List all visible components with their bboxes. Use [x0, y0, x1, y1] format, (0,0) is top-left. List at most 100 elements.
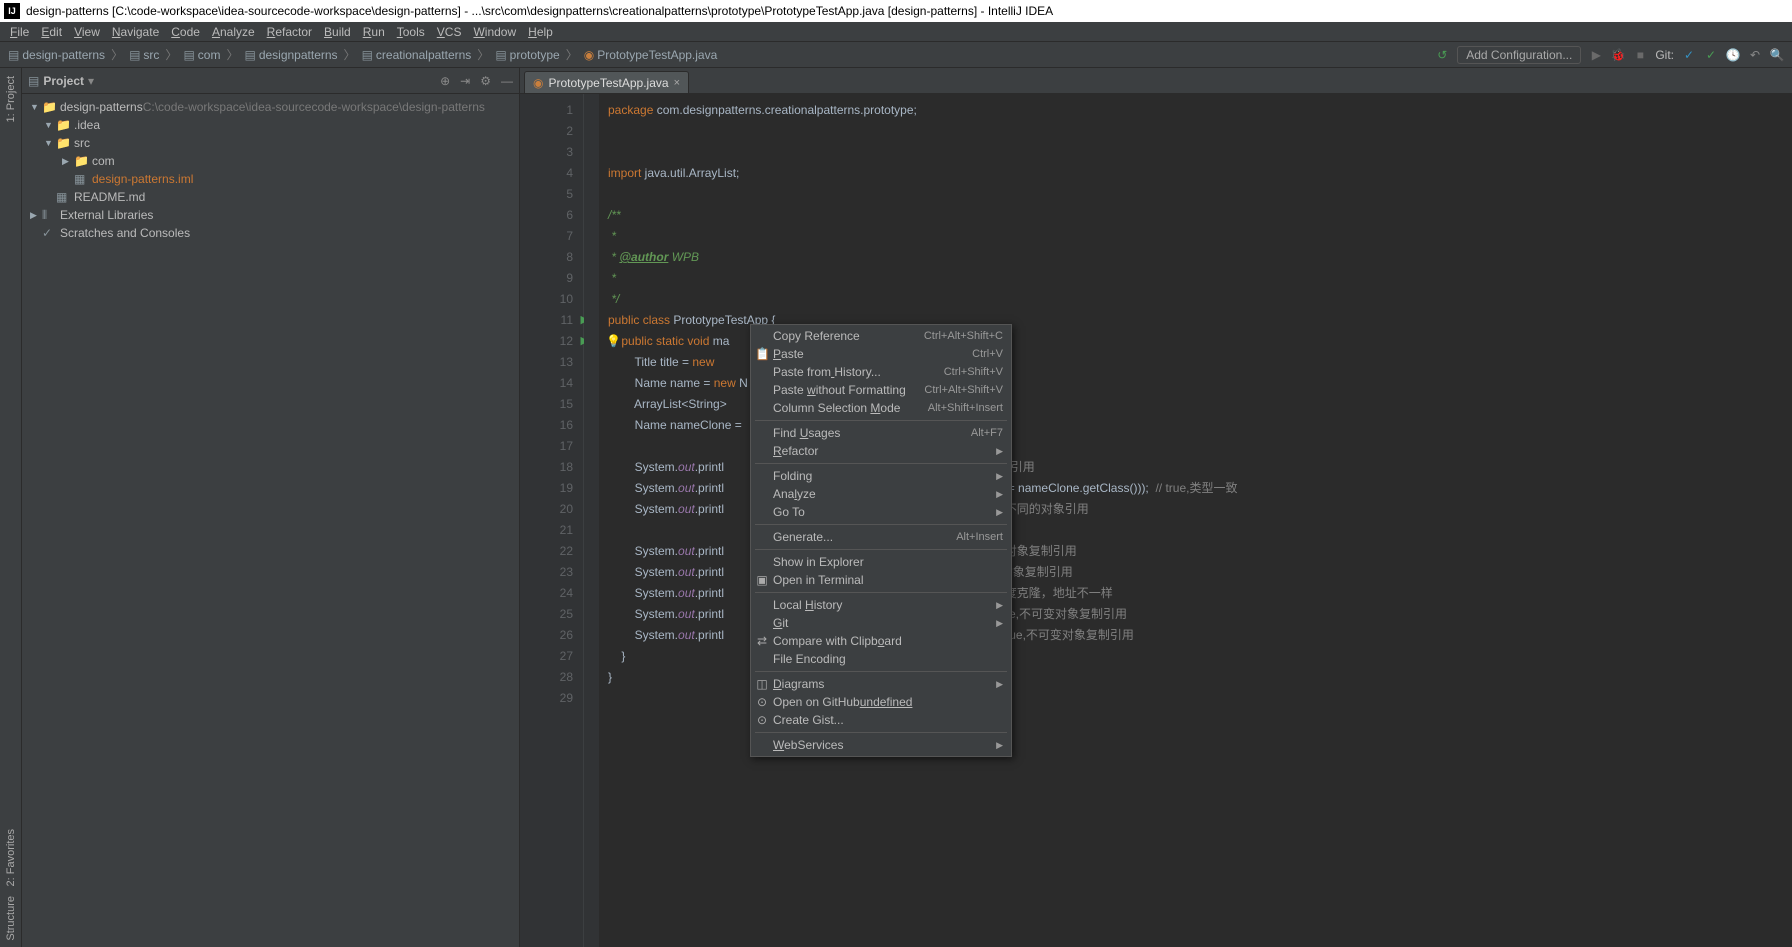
line-number[interactable]: 2	[520, 121, 573, 142]
line-number[interactable]: 29	[520, 688, 573, 709]
sync-icon[interactable]: ↺	[1435, 48, 1449, 62]
tree-item[interactable]: ▦README.md	[22, 188, 519, 206]
menu-item[interactable]: File	[4, 25, 35, 39]
menu-item[interactable]: Edit	[35, 25, 68, 39]
code-line[interactable]: *	[608, 226, 1792, 247]
context-menu-item[interactable]: ▣Open in Terminal	[751, 571, 1011, 589]
chevron-down-icon[interactable]: ▾	[88, 74, 94, 88]
run-config-selector[interactable]: Add Configuration...	[1457, 46, 1581, 64]
line-number[interactable]: 22	[520, 541, 573, 562]
line-number[interactable]: 21	[520, 520, 573, 541]
close-icon[interactable]: ×	[674, 77, 680, 89]
context-menu-item[interactable]: ⇄Compare with Clipboard	[751, 632, 1011, 650]
structure-tool-tab[interactable]: Structure	[5, 896, 17, 941]
context-menu-item[interactable]: Folding▶	[751, 467, 1011, 485]
line-number[interactable]: 5	[520, 184, 573, 205]
line-number[interactable]: 1	[520, 100, 573, 121]
tree-item[interactable]: ▼📁design-patterns C:\code-workspace\idea…	[22, 98, 519, 116]
breadcrumb-item[interactable]: ▤creationalpatterns	[362, 48, 472, 62]
menu-item[interactable]: Navigate	[106, 25, 165, 39]
menu-item[interactable]: Analyze	[206, 25, 261, 39]
line-number[interactable]: 10	[520, 289, 573, 310]
menu-item[interactable]: Code	[165, 25, 206, 39]
tree-item[interactable]: ▦design-patterns.iml	[22, 170, 519, 188]
context-menu-item[interactable]: Find UsagesAlt+F7	[751, 424, 1011, 442]
code-line[interactable]: package com.designpatterns.creationalpat…	[608, 100, 1792, 121]
context-menu-item[interactable]: Go To▶	[751, 503, 1011, 521]
line-number[interactable]: 12▶	[520, 331, 573, 352]
line-number[interactable]: 3	[520, 142, 573, 163]
code-line[interactable]: import java.util.ArrayList;	[608, 163, 1792, 184]
line-number[interactable]: 17	[520, 436, 573, 457]
code-editor[interactable]: 1234567891011▶12▶13141516171819202122232…	[520, 94, 1792, 947]
breadcrumb-item[interactable]: ▤com	[183, 48, 220, 62]
menu-item[interactable]: Refactor	[261, 25, 318, 39]
breadcrumb-item[interactable]: ▤prototype	[495, 48, 559, 62]
line-number[interactable]: 14	[520, 373, 573, 394]
code-line[interactable]	[608, 142, 1792, 163]
line-number[interactable]: 26	[520, 625, 573, 646]
context-menu-item[interactable]: Column Selection ModeAlt+Shift+Insert	[751, 399, 1011, 417]
line-number[interactable]: 19	[520, 478, 573, 499]
search-icon[interactable]: 🔍	[1770, 48, 1784, 62]
context-menu-item[interactable]: 📋PasteCtrl+V	[751, 345, 1011, 363]
menu-item[interactable]: Help	[522, 25, 559, 39]
breadcrumb-item[interactable]: ▤src	[129, 48, 159, 62]
context-menu-item[interactable]: File Encoding	[751, 650, 1011, 668]
breadcrumb-item[interactable]: ▤designpatterns	[244, 48, 337, 62]
tree-item[interactable]: ▶⫴External Libraries	[22, 206, 519, 224]
hide-icon[interactable]: —	[501, 74, 513, 88]
code-line[interactable]: * @author WPB	[608, 247, 1792, 268]
vcs-history-icon[interactable]: 🕓	[1726, 48, 1740, 62]
line-number[interactable]: 20	[520, 499, 573, 520]
line-number[interactable]: 9	[520, 268, 573, 289]
debug-icon[interactable]: 🐞	[1611, 48, 1625, 62]
code-line[interactable]: *	[608, 268, 1792, 289]
line-number[interactable]: 23	[520, 562, 573, 583]
context-menu-item[interactable]: WebServices▶	[751, 736, 1011, 754]
favorites-tool-tab[interactable]: 2: Favorites	[5, 829, 17, 886]
code-line[interactable]	[608, 121, 1792, 142]
breadcrumb-item[interactable]: ◉PrototypeTestApp.java	[584, 48, 718, 62]
menu-item[interactable]: View	[68, 25, 106, 39]
context-menu-item[interactable]: Generate...Alt+Insert	[751, 528, 1011, 546]
project-tree[interactable]: ▼📁design-patterns C:\code-workspace\idea…	[22, 94, 519, 947]
breadcrumb-item[interactable]: ▤design-patterns	[8, 48, 105, 62]
vcs-update-icon[interactable]: ✓	[1682, 48, 1696, 62]
tree-item[interactable]: ▼📁.idea	[22, 116, 519, 134]
code-line[interactable]: */	[608, 289, 1792, 310]
context-menu-item[interactable]: ⊙Open on GitHubundefined	[751, 693, 1011, 711]
tree-item[interactable]: ▼📁src	[22, 134, 519, 152]
project-panel-title[interactable]: Project	[43, 74, 84, 88]
context-menu-item[interactable]: Copy ReferenceCtrl+Alt+Shift+C	[751, 327, 1011, 345]
context-menu-item[interactable]: Git▶	[751, 614, 1011, 632]
context-menu-item[interactable]: Analyze▶	[751, 485, 1011, 503]
line-number[interactable]: 13	[520, 352, 573, 373]
intention-bulb-icon[interactable]: 💡	[606, 331, 621, 352]
menu-item[interactable]: Run	[357, 25, 391, 39]
vcs-revert-icon[interactable]: ↶	[1748, 48, 1762, 62]
line-number[interactable]: 27	[520, 646, 573, 667]
menu-item[interactable]: VCS	[431, 25, 468, 39]
project-tool-tab[interactable]: 1: Project	[5, 76, 17, 122]
line-number[interactable]: 24	[520, 583, 573, 604]
target-icon[interactable]: ⊕	[440, 74, 450, 88]
line-number[interactable]: 16	[520, 415, 573, 436]
line-number[interactable]: 11▶	[520, 310, 573, 331]
context-menu-item[interactable]: Refactor▶	[751, 442, 1011, 460]
code-line[interactable]: /**	[608, 205, 1792, 226]
context-menu-item[interactable]: Paste from History...Ctrl+Shift+V	[751, 363, 1011, 381]
menu-item[interactable]: Window	[467, 25, 522, 39]
line-number[interactable]: 15	[520, 394, 573, 415]
collapse-icon[interactable]: ⇥	[460, 74, 470, 88]
breadcrumb[interactable]: ▤design-patterns〉▤src〉▤com〉▤designpatter…	[8, 46, 717, 63]
line-number[interactable]: 7	[520, 226, 573, 247]
gear-icon[interactable]: ⚙	[480, 74, 491, 88]
menu-item[interactable]: Build	[318, 25, 357, 39]
line-number[interactable]: 25	[520, 604, 573, 625]
editor-tab[interactable]: ◉ PrototypeTestApp.java ×	[524, 71, 689, 93]
editor-gutter[interactable]: 1234567891011▶12▶13141516171819202122232…	[520, 94, 584, 947]
line-number[interactable]: 28	[520, 667, 573, 688]
code-line[interactable]	[608, 184, 1792, 205]
tree-item[interactable]: ▶📁com	[22, 152, 519, 170]
